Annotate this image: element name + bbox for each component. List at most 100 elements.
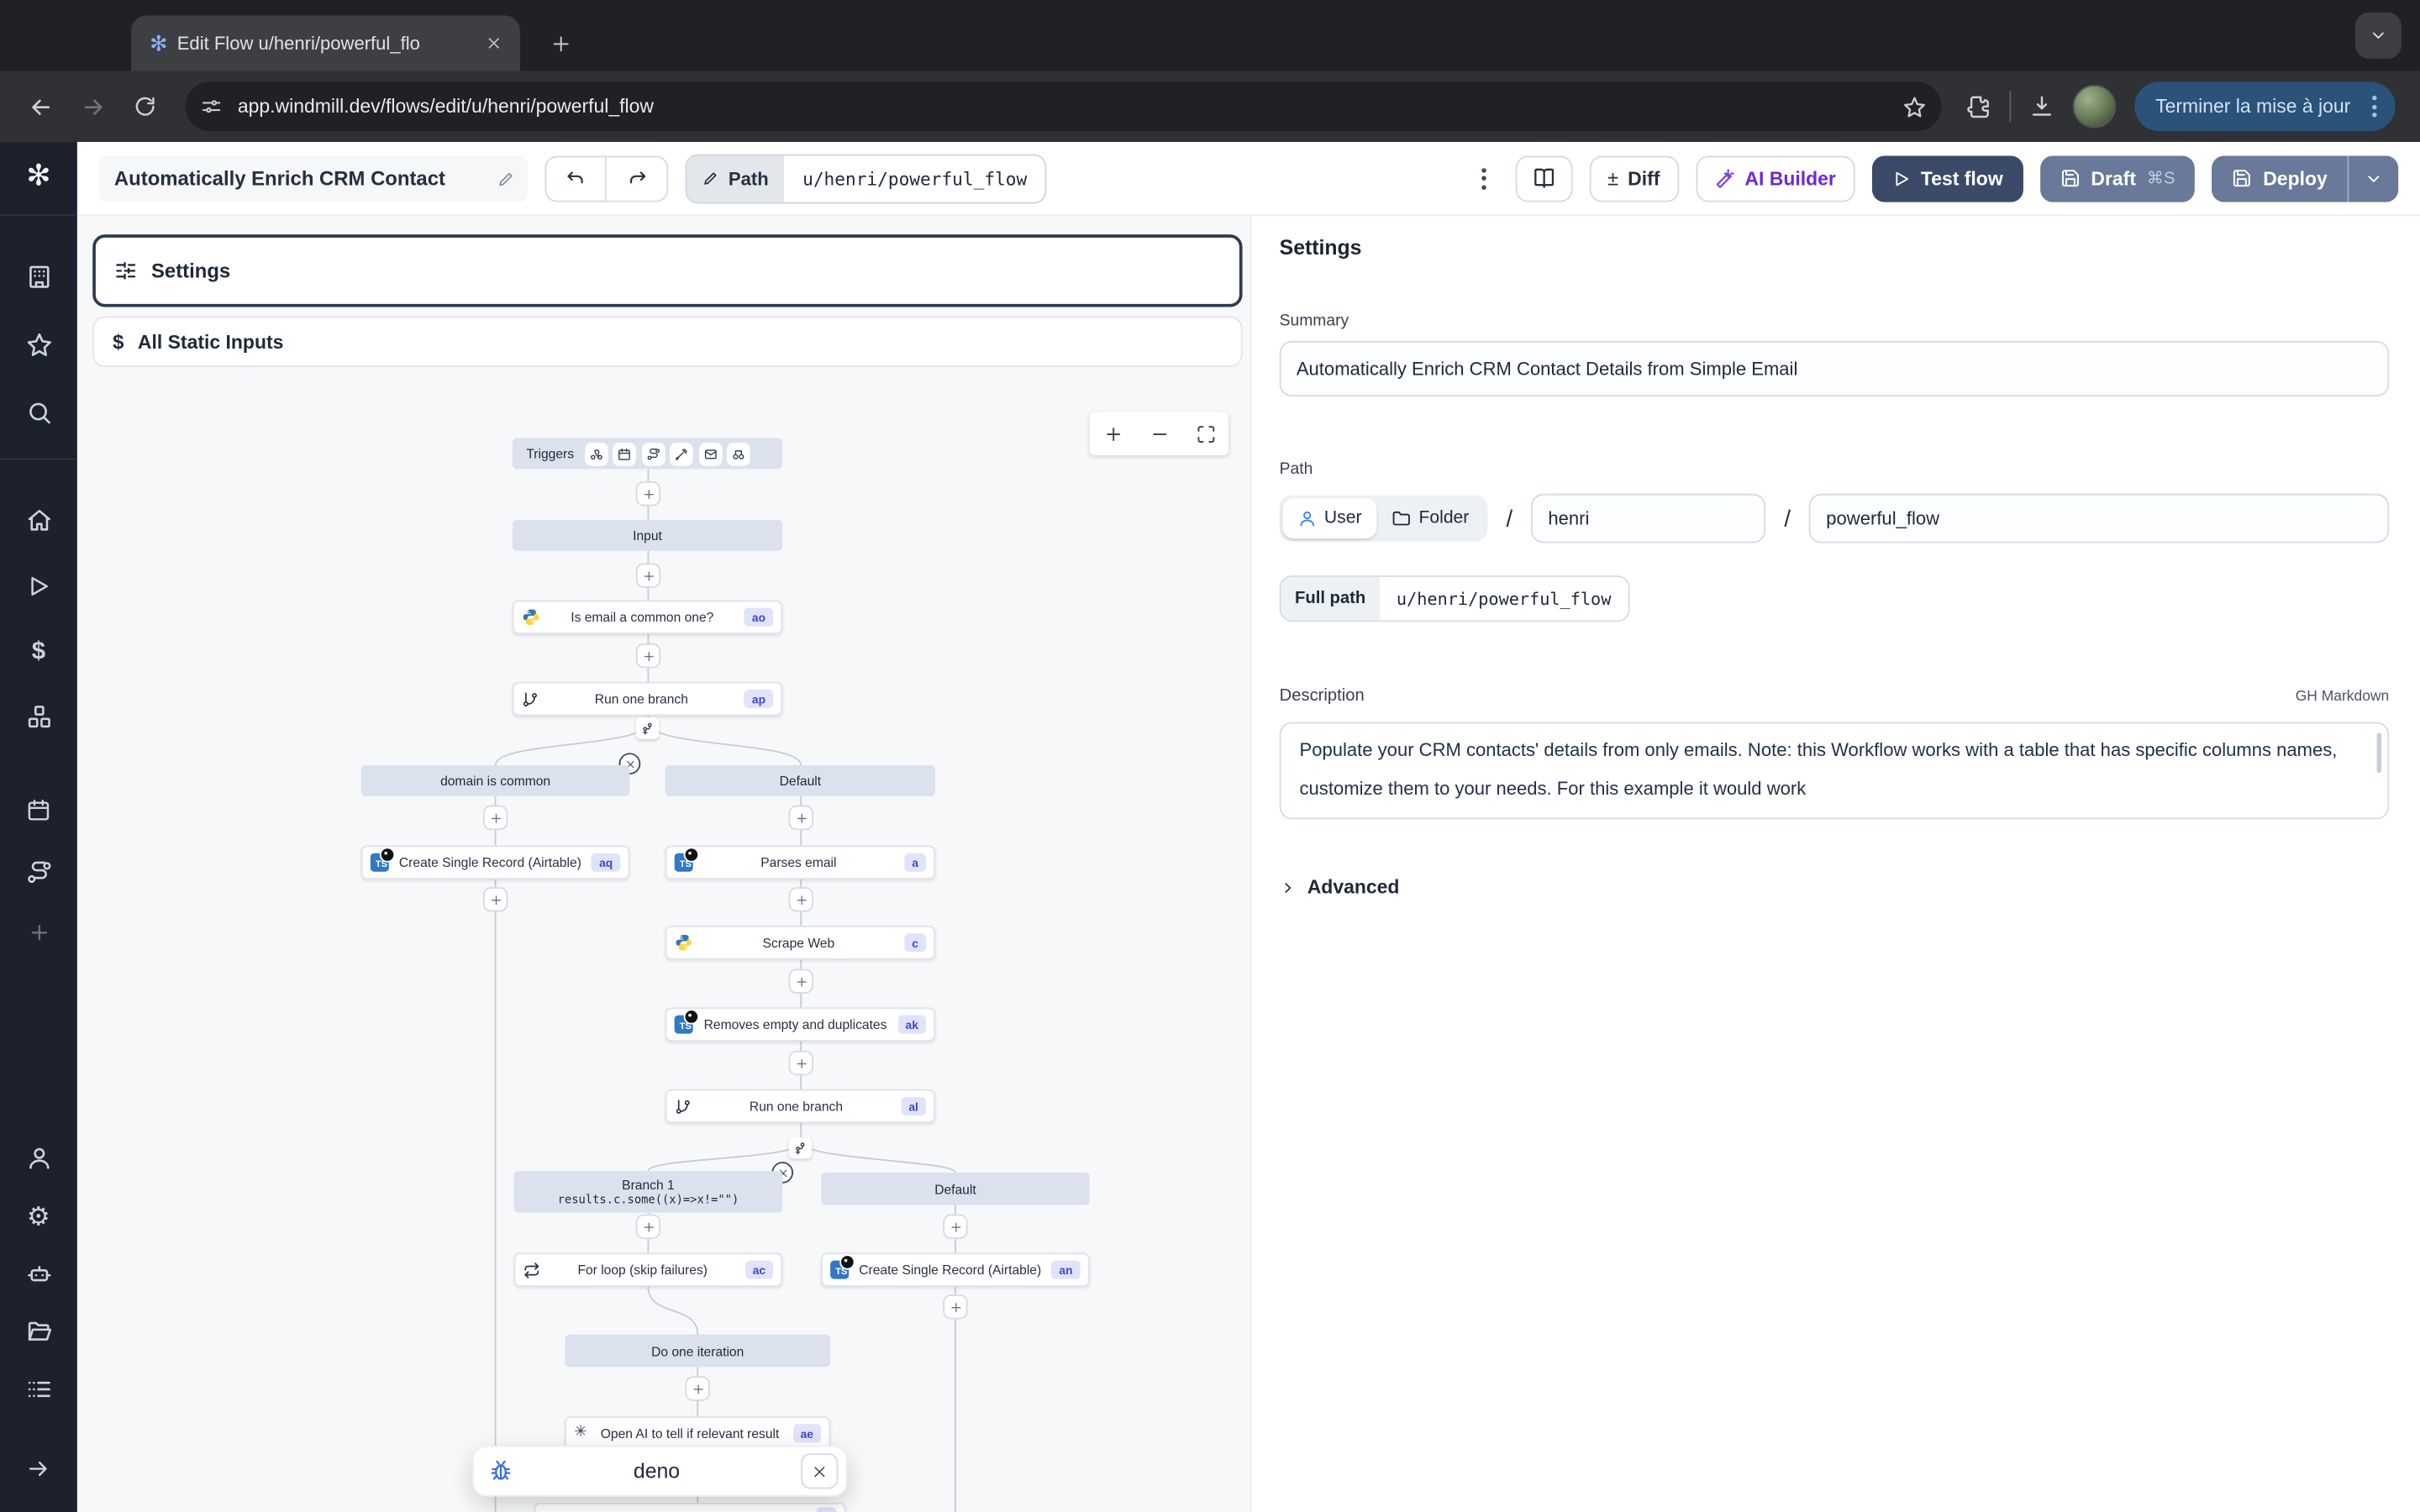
language-popup[interactable]: deno (474, 1447, 846, 1495)
sidebar-item-folders[interactable] (0, 1318, 77, 1344)
fullscreen-icon[interactable] (1196, 423, 1216, 444)
more-options-icon[interactable] (1469, 167, 1498, 189)
sidebar-item-workers[interactable] (0, 1261, 77, 1287)
deploy-button[interactable]: Deploy (2212, 155, 2348, 202)
branch-1-header[interactable]: Branch 1 results.c.some((x)=>x!="") (514, 1171, 783, 1213)
zoom-in-icon[interactable] (1102, 423, 1123, 444)
bookmark-star-icon[interactable] (1902, 95, 1926, 118)
sidebar-item-search[interactable] (0, 400, 77, 426)
chrome-menu-icon[interactable] (2366, 96, 2383, 118)
path-name-input[interactable] (1809, 494, 2389, 543)
draft-button[interactable]: Draft ⌘S (2040, 155, 2196, 202)
sidebar-item-runs[interactable] (0, 574, 77, 598)
branch-default-1[interactable]: Default (666, 765, 935, 796)
windmill-logo-icon[interactable]: ✻ (0, 162, 77, 192)
add-step-button[interactable] (789, 887, 813, 911)
sidebar-item-schedules[interactable] (0, 798, 77, 822)
advanced-toggle[interactable]: Advanced (1280, 876, 2390, 898)
add-step-button[interactable] (686, 1376, 710, 1400)
undo-button[interactable] (544, 155, 606, 202)
node-create-single-record-1[interactable]: TS Create Single Record (Airtable) aq (361, 846, 630, 879)
trigger-type-icons (585, 442, 750, 465)
add-branch-button[interactable] (636, 717, 660, 739)
add-branch-button[interactable] (789, 1137, 813, 1159)
add-step-button[interactable] (789, 806, 813, 830)
download-icon[interactable] (2028, 94, 2053, 118)
address-bar[interactable]: app.windmill.dev/flows/edit/u/henri/powe… (185, 81, 1940, 131)
add-step-button[interactable] (943, 1215, 967, 1239)
description-textarea[interactable]: Populate your CRM contacts' details from… (1280, 722, 2390, 820)
user-toggle[interactable]: User (1282, 498, 1377, 538)
step-id-badge: c (904, 933, 926, 952)
textarea-scrollbar[interactable] (2377, 732, 2382, 773)
add-step-button[interactable] (483, 887, 508, 911)
extensions-icon[interactable] (1965, 94, 1990, 118)
sidebar-item-variables[interactable]: $ (0, 638, 77, 666)
zoom-out-icon[interactable] (1149, 423, 1169, 444)
diff-button[interactable]: ± Diff (1589, 155, 1678, 202)
node-openai-relevance[interactable]: ✳ Open AI to tell if relevant result ae (565, 1416, 830, 1450)
node-run-one-branch-2[interactable]: Run one branch al (666, 1089, 935, 1123)
step-id-badge: ap (744, 690, 773, 708)
triggers-node[interactable]: Triggers (513, 438, 782, 470)
tab-search-button[interactable] (2355, 13, 2402, 59)
chrome-update-button[interactable]: Terminer la mise à jour (2133, 81, 2395, 131)
sidebar-item-resources[interactable] (0, 704, 77, 730)
folder-toggle[interactable]: Folder (1377, 498, 1485, 538)
site-settings-icon[interactable] (201, 96, 223, 118)
email-trigger-icon[interactable] (699, 442, 723, 465)
deploy-menu-button[interactable] (2348, 155, 2399, 202)
node-create-single-record-2[interactable]: TS Create Single Record (Airtable) an (821, 1252, 1090, 1286)
add-step-button[interactable] (483, 806, 508, 830)
summary-input[interactable] (1280, 341, 2390, 396)
test-flow-button[interactable]: Test flow (1871, 155, 2023, 202)
node-run-one-branch-1[interactable]: Run one branch ap (513, 682, 782, 716)
websocket-icon[interactable] (671, 442, 694, 465)
profile-avatar[interactable] (2072, 85, 2115, 128)
tab-close-icon[interactable] (480, 29, 508, 57)
node-parses-email[interactable]: TS Parses email a (666, 846, 935, 879)
branch-default-2[interactable]: Default (821, 1173, 1090, 1205)
do-one-iteration-node[interactable]: Do one iteration (565, 1335, 830, 1368)
add-step-button[interactable] (636, 643, 660, 668)
flow-path-chip[interactable]: Path u/henri/powerful_flow (686, 154, 1048, 203)
sidebar-item-home[interactable] (0, 507, 77, 533)
branch-domain-is-common[interactable]: domain is common (361, 765, 630, 796)
ai-builder-button[interactable]: AI Builder (1696, 155, 1854, 202)
popup-close-button[interactable] (801, 1453, 838, 1488)
sidebar-item-users[interactable] (0, 1145, 77, 1171)
node-removes-empty-duplicates[interactable]: TS Removes empty and duplicates ak (666, 1007, 935, 1041)
sidebar-item-favorites[interactable] (0, 332, 77, 358)
node-partial-bottom[interactable] (534, 1503, 846, 1512)
forward-icon[interactable] (68, 81, 118, 131)
sidebar-item-add[interactable] (0, 921, 77, 945)
add-step-button[interactable] (636, 481, 660, 506)
add-step-button[interactable] (636, 1215, 660, 1239)
deno-icon (380, 847, 395, 862)
sidebar-collapse-icon[interactable] (0, 1457, 77, 1481)
node-scrape-web[interactable]: Scrape Web c (666, 926, 935, 959)
add-step-button[interactable] (789, 1051, 813, 1075)
add-step-button[interactable] (636, 563, 660, 587)
reload-icon[interactable] (120, 81, 170, 131)
browser-tab[interactable]: ✻ Edit Flow u/henri/powerful_flo (131, 15, 520, 71)
input-node[interactable]: Input (513, 520, 782, 551)
node-for-loop[interactable]: For loop (skip failures) ac (514, 1252, 783, 1286)
add-step-button[interactable] (943, 1294, 967, 1319)
back-icon[interactable] (15, 81, 65, 131)
sidebar-item-audit-logs[interactable] (0, 1376, 77, 1402)
redo-button[interactable] (607, 155, 668, 202)
add-step-button[interactable] (789, 969, 813, 993)
node-is-email-common[interactable]: Is email a common one? ao (513, 600, 782, 633)
route-icon[interactable] (642, 442, 666, 465)
sidebar-item-flows[interactable] (0, 859, 77, 885)
docs-button[interactable] (1515, 155, 1572, 202)
new-tab-button[interactable] (540, 24, 581, 64)
poll-icon[interactable] (728, 442, 751, 465)
sidebar-item-workspace[interactable] (0, 264, 77, 290)
webhook-icon[interactable] (585, 442, 608, 465)
flow-title-field[interactable]: Automatically Enrich CRM Contact (99, 155, 529, 202)
sidebar-item-settings[interactable]: ⚙ (0, 1204, 77, 1230)
schedule-icon[interactable] (613, 442, 637, 465)
path-user-input[interactable] (1531, 494, 1765, 543)
